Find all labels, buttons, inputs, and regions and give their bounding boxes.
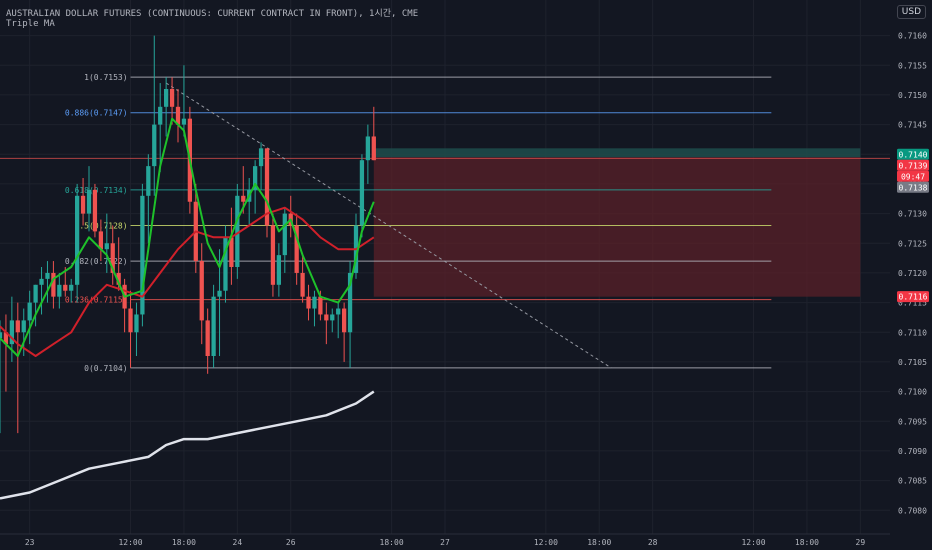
candle: [211, 284, 216, 368]
price-badge-label: 0.7139: [899, 161, 928, 170]
fib-level-label: 0(0.7104): [84, 364, 127, 373]
time-tick-label: 18:00: [172, 538, 196, 547]
price-badge-label: 0.7138: [899, 183, 928, 192]
candle: [359, 154, 365, 238]
candle-body: [211, 296, 216, 356]
candle-body: [199, 261, 204, 321]
target-zone: [373, 148, 861, 158]
time-tick-label: 29: [856, 538, 866, 547]
candle: [270, 213, 276, 297]
candle-body: [217, 290, 222, 297]
fib-level-label: 1(0.7153): [84, 73, 127, 82]
price-tick-label: 0.7130: [898, 210, 927, 219]
candle-body: [318, 296, 323, 315]
candle: [140, 183, 145, 327]
candle-body: [104, 243, 109, 250]
price-chart[interactable]: 1(0.7153)0.886(0.7147)0.618(0.7134)0.5(0…: [0, 0, 932, 550]
candle-body: [359, 160, 365, 226]
candle-body: [324, 314, 329, 321]
price-tick-label: 0.7080: [898, 506, 927, 515]
candle-body: [134, 314, 139, 333]
price-tick-label: 0.7100: [898, 388, 927, 397]
time-tick-label: 24: [233, 538, 243, 547]
indicator-label[interactable]: Triple MA: [6, 19, 55, 29]
time-tick-label: 23: [25, 538, 35, 547]
time-tick-label: 28: [648, 538, 658, 547]
price-tick-label: 0.7110: [898, 328, 927, 337]
candle-body: [330, 314, 335, 321]
candle: [92, 183, 98, 238]
candle-body: [300, 272, 305, 297]
price-badge-label: 09:47: [901, 172, 925, 181]
candle-body: [169, 89, 175, 107]
price-tick-label: 0.7120: [898, 269, 927, 278]
candle: [264, 148, 270, 238]
candle-body: [15, 320, 20, 333]
candle-body: [63, 284, 68, 291]
time-tick-label: 12:00: [118, 538, 142, 547]
candle-body: [27, 302, 32, 321]
time-tick-label: 18:00: [380, 538, 404, 547]
candle-body: [74, 195, 80, 285]
candle-body: [45, 272, 50, 279]
candle-body: [0, 332, 3, 339]
candle-body: [306, 296, 311, 309]
fib-level-label: 0.236(0.7115): [65, 296, 128, 305]
candle-body: [205, 320, 210, 356]
candle-body: [21, 320, 26, 333]
candle-body: [51, 272, 56, 297]
price-tick-label: 0.7090: [898, 447, 927, 456]
price-badge: 09:47: [897, 170, 929, 182]
price-tick-label: 0.7125: [898, 239, 927, 248]
candle-body: [365, 136, 371, 161]
price-badge-label: 0.7140: [899, 150, 928, 159]
currency-button[interactable]: USD: [896, 5, 926, 19]
candle-body: [92, 189, 98, 232]
candle-body: [258, 148, 264, 167]
time-tick-label: 27: [440, 538, 450, 547]
time-tick-label: 26: [286, 538, 296, 547]
time-axis[interactable]: 23 12:00 18:00 24 26 18:00 27 12:00 18:00 28 12:00…: [0, 533, 932, 550]
candle-body: [152, 124, 157, 167]
price-badge: 0.7138: [897, 181, 929, 193]
time-tick-label: 12:00: [534, 538, 558, 547]
price-badge: 0.7140: [897, 148, 929, 160]
symbol-title[interactable]: AUSTRALIAN DOLLAR FUTURES (CONTINUOUS: C…: [6, 6, 418, 19]
candle-body: [146, 166, 151, 196]
candle-body: [57, 284, 62, 297]
candle-body: [336, 308, 341, 315]
candle-body: [163, 89, 169, 107]
time-tick-label: 18:00: [795, 538, 819, 547]
candle-body: [341, 308, 347, 333]
candle-body: [312, 296, 317, 309]
candle-body: [39, 278, 44, 285]
candle-body: [270, 225, 276, 285]
candle-body: [80, 195, 86, 214]
candle-body: [69, 284, 74, 291]
price-tick-label: 0.7160: [898, 32, 927, 41]
time-tick-label: 12:00: [741, 538, 765, 547]
price-tick-label: 0.7150: [898, 91, 927, 100]
price-tick-label: 0.7095: [898, 417, 927, 426]
price-badge: 0.7139: [897, 159, 929, 171]
candle-body: [128, 308, 133, 333]
candle-body: [241, 195, 246, 202]
candle-body: [181, 118, 187, 125]
price-badge: 0.7116: [897, 291, 929, 303]
price-badge-label: 0.7116: [899, 293, 928, 302]
price-tick-label: 0.7085: [898, 477, 927, 486]
candle-body: [158, 106, 163, 125]
candle-body: [33, 284, 38, 303]
fib-level-label: 0.886(0.7147): [65, 109, 128, 118]
price-axis[interactable]: 0.71600.71550.71500.71450.71400.71350.71…: [890, 0, 932, 550]
candle-body: [276, 255, 282, 285]
price-tick-label: 0.7155: [898, 61, 927, 70]
price-tick-label: 0.7145: [898, 121, 927, 130]
candle-body: [371, 136, 376, 161]
candle-body: [86, 189, 92, 214]
time-tick-label: 18:00: [587, 538, 611, 547]
price-tick-label: 0.7105: [898, 358, 927, 367]
candle-body: [282, 213, 287, 256]
stop-zone: [373, 157, 861, 297]
